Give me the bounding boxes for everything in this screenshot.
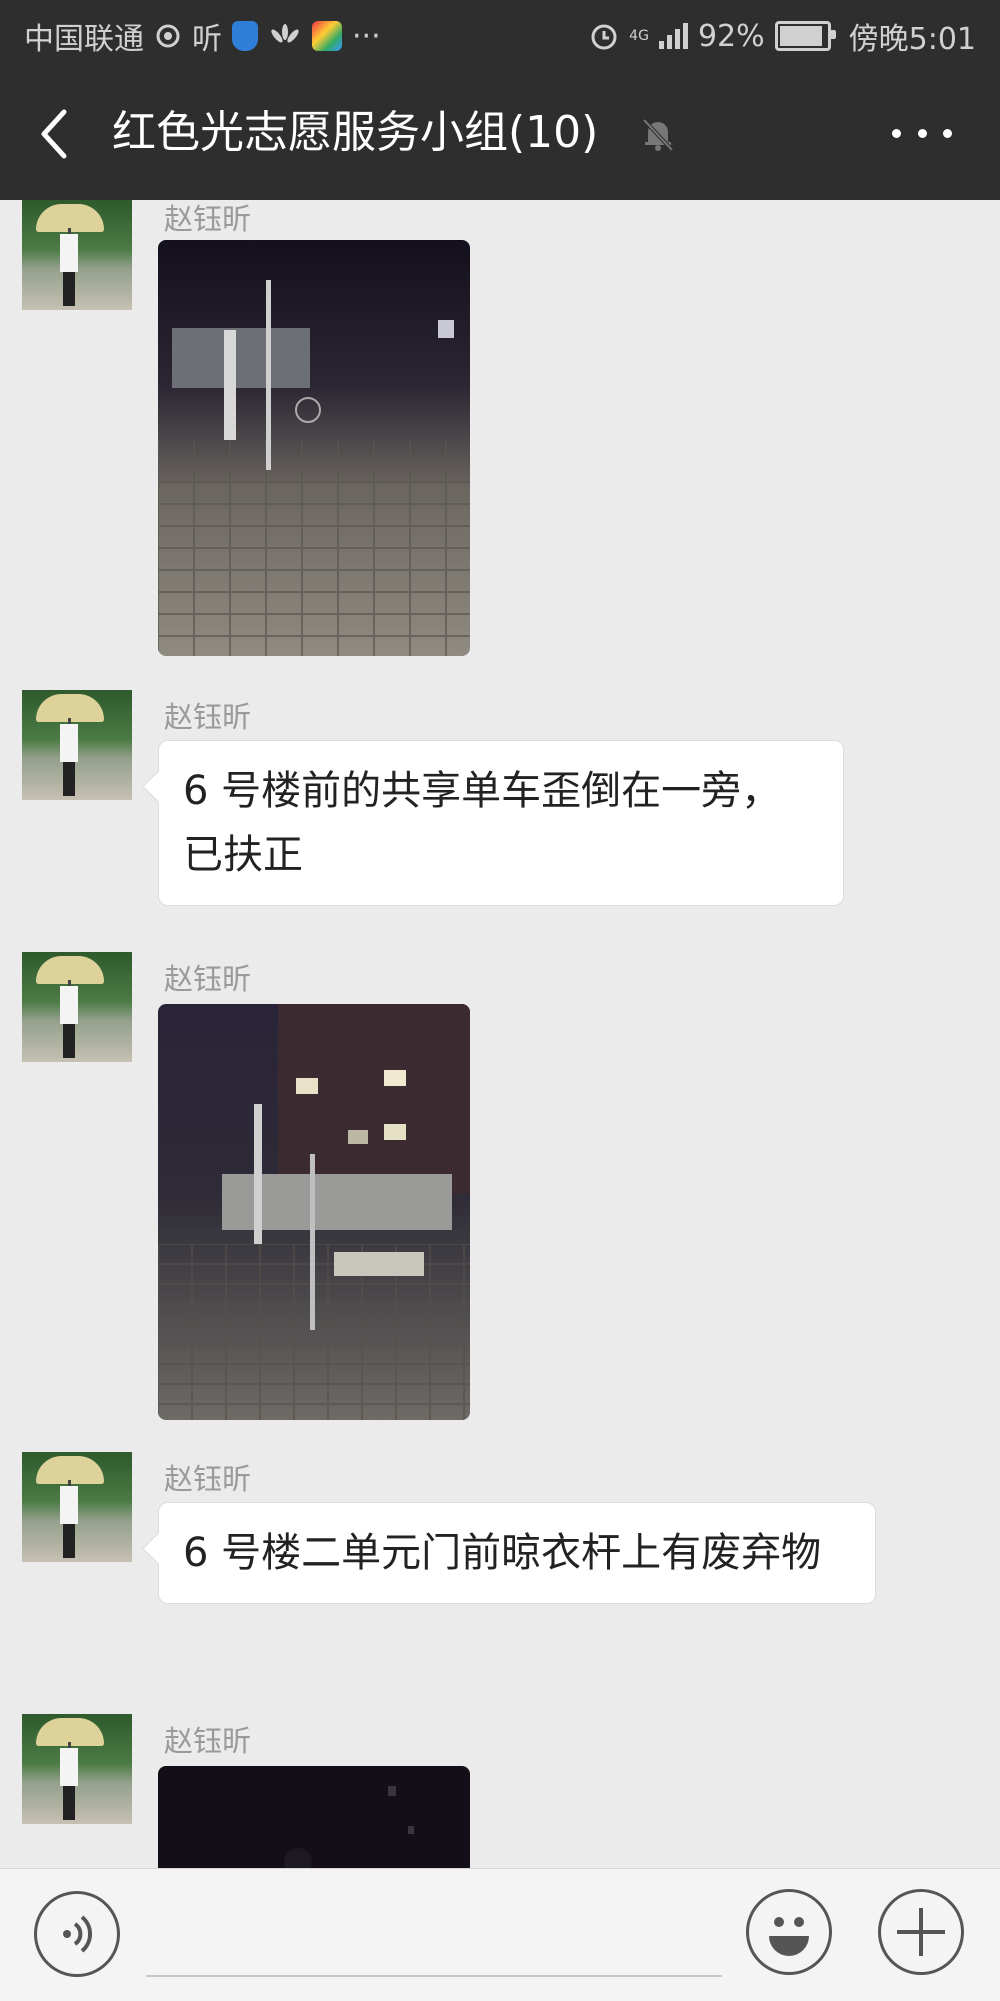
message-list[interactable]: 赵钰昕 赵钰昕 6 号楼前的共享单车歪倒在一旁，已扶正 赵钰昕 赵钰昕 6 号楼… (0, 200, 1000, 1868)
emoji-button[interactable] (746, 1889, 832, 1975)
avatar[interactable] (22, 952, 132, 1062)
sender-name: 赵钰昕 (164, 700, 252, 734)
plus-icon (897, 1908, 945, 1956)
battery-icon (774, 21, 836, 51)
photo-dark (158, 1766, 470, 1868)
chat-header: 红色光志愿服务小组(10) (0, 68, 1000, 200)
network-badge: 4G (629, 28, 649, 44)
input-bar (0, 1868, 1000, 2001)
more-dots-icon[interactable] (892, 118, 952, 148)
chat-title: 红色光志愿服务小组(10) (112, 107, 599, 158)
listen-label: 听 (192, 22, 222, 57)
photo-night-street (158, 240, 470, 656)
voice-button[interactable] (34, 1891, 120, 1977)
sender-name: 赵钰昕 (164, 1462, 252, 1496)
signal-icon (658, 23, 688, 49)
more-notifications: ··· (352, 18, 381, 54)
message-input[interactable] (146, 1975, 722, 1977)
sender-name: 赵钰昕 (164, 962, 252, 996)
sender-name: 赵钰昕 (164, 202, 252, 236)
avatar[interactable] (22, 1714, 132, 1824)
avatar[interactable] (22, 690, 132, 800)
avatar[interactable] (22, 200, 132, 310)
huawei-icon (271, 24, 299, 43)
shield-icon (232, 21, 258, 51)
photo-message[interactable] (158, 1004, 470, 1420)
photo-building-night (158, 1004, 470, 1420)
carrier-label: 中国联通 (24, 22, 144, 57)
status-bar: 中国联通 听 ··· 4G 92% 傍晚5:01 (0, 0, 1000, 68)
photo-message[interactable] (158, 240, 470, 656)
swirl-icon (156, 24, 180, 48)
add-button[interactable] (878, 1889, 964, 1975)
voice-icon (63, 1915, 93, 1953)
sender-name: 赵钰昕 (164, 1724, 252, 1758)
alarm-icon (591, 24, 617, 50)
emoji-icon (769, 1917, 809, 1956)
clock: 傍晚5:01 (848, 22, 976, 57)
text-bubble[interactable]: 6 号楼二单元门前晾衣杆上有废弃物 (158, 1502, 876, 1604)
battery-percent: 92% (697, 18, 765, 54)
news-app-icon (312, 21, 342, 51)
back-arrow-icon[interactable] (30, 104, 84, 164)
text-bubble[interactable]: 6 号楼前的共享单车歪倒在一旁，已扶正 (158, 740, 844, 906)
photo-message[interactable] (158, 1766, 470, 1868)
avatar[interactable] (22, 1452, 132, 1562)
bell-muted-icon (642, 118, 674, 152)
